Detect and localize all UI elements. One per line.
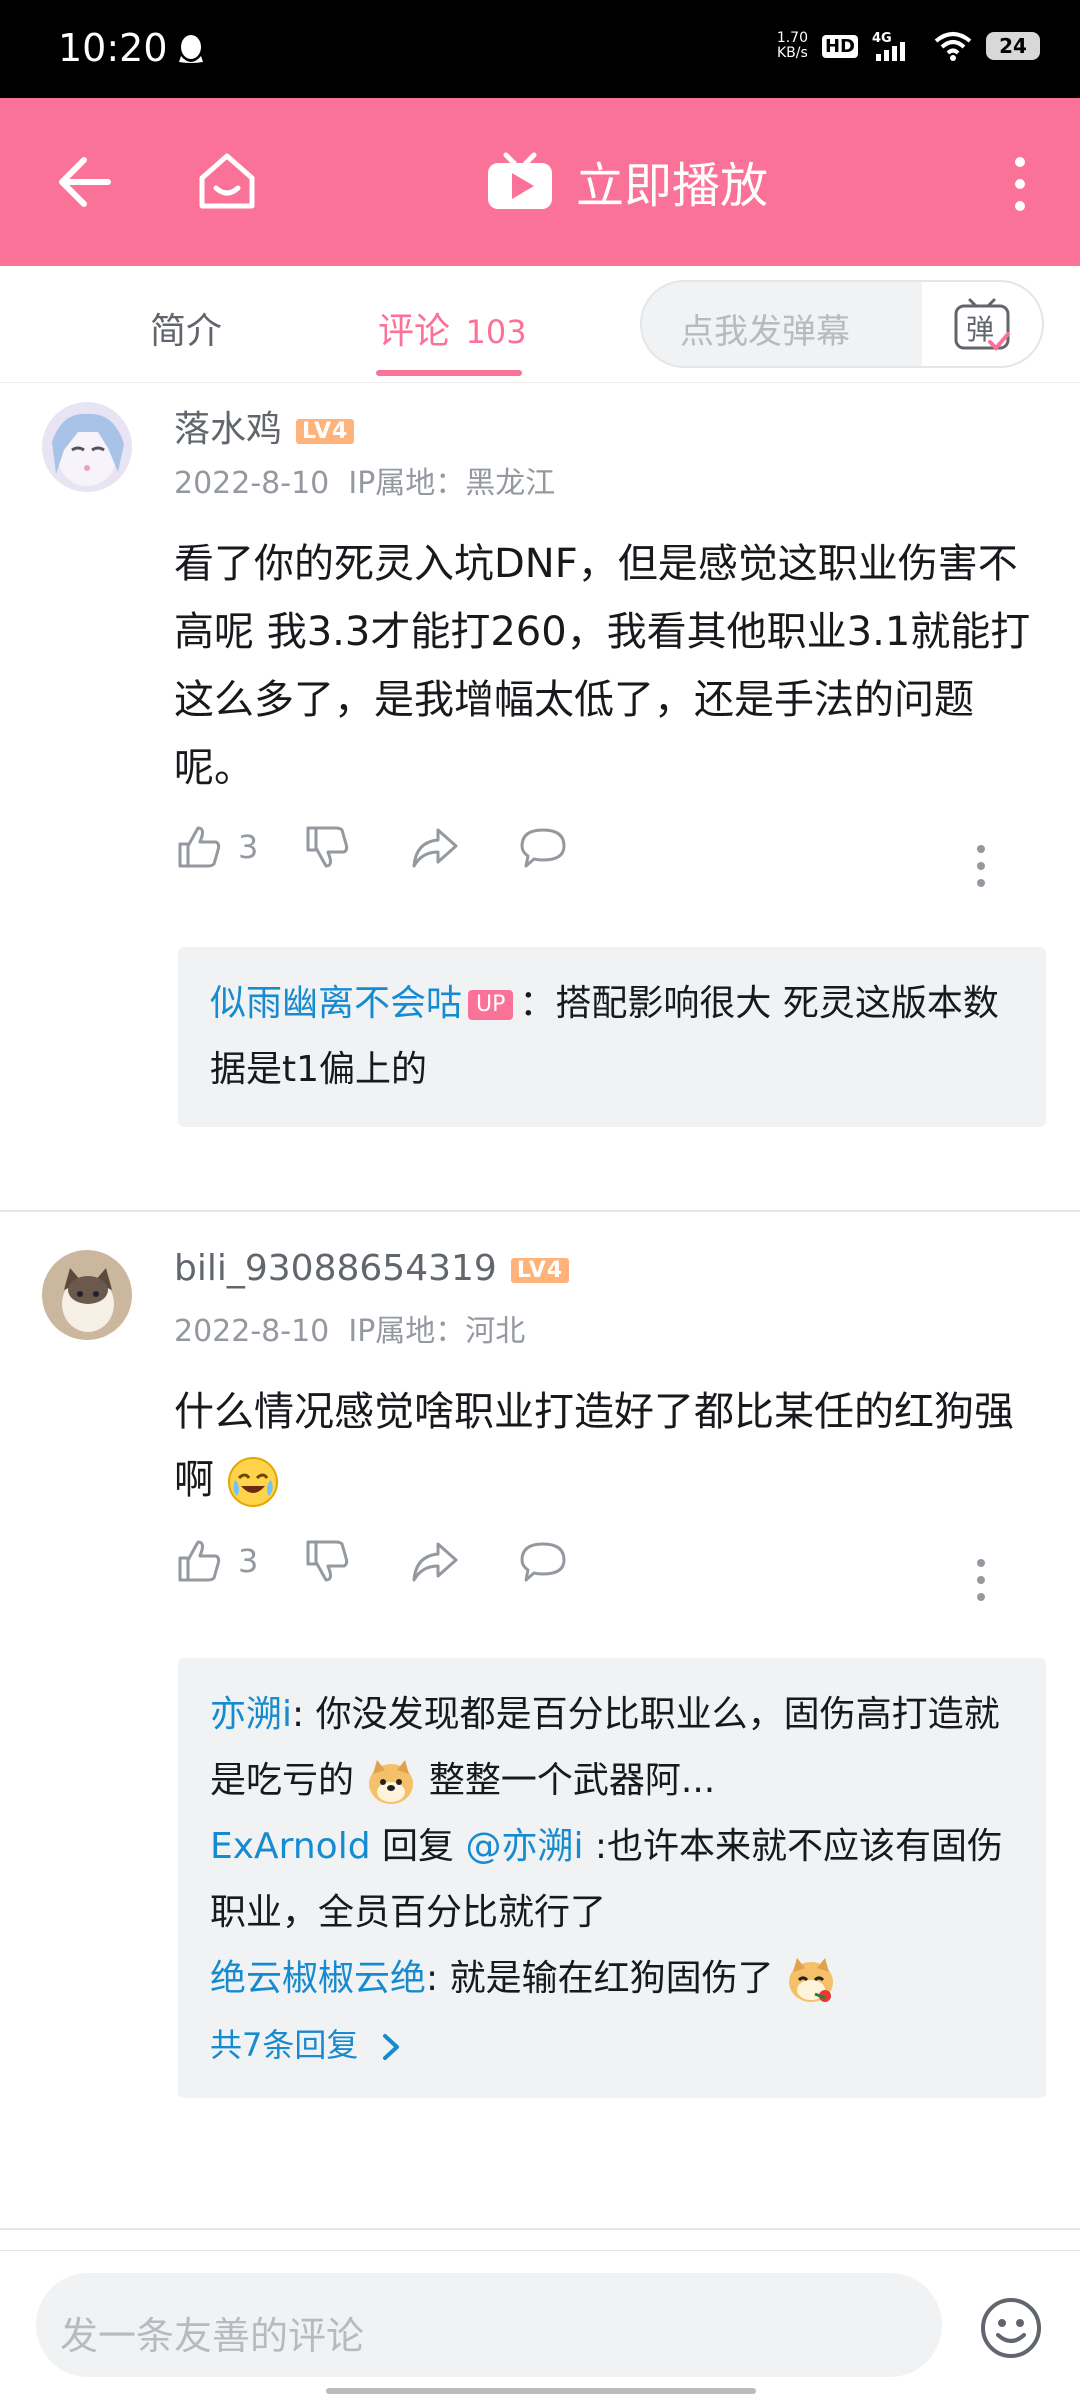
status-icons: 1.70 KB/s HD 4G 24 <box>777 30 1040 62</box>
reply-button[interactable] <box>518 1536 582 1586</box>
reply-item: 亦溯i: 你没发现都是百分比职业么，固伤高打造就是吃亏的 整整一个武器阿... <box>210 1682 1014 1814</box>
share-button[interactable] <box>410 822 474 872</box>
comment-actions: 3 <box>174 822 626 872</box>
thumbs-down-icon <box>306 1540 349 1582</box>
video-header: 立即播放 <box>0 98 1080 266</box>
comment-divider <box>0 1210 1080 1212</box>
doge-emoji-icon <box>369 1760 414 1804</box>
thumbs-up-icon <box>178 826 221 868</box>
wifi-icon <box>934 32 972 61</box>
tab-bar: 简介 评论 103 点我发弹幕 弹 <box>0 266 1080 383</box>
tab-intro[interactable]: 简介 <box>150 302 222 354</box>
comment-more-icon[interactable] <box>975 844 987 888</box>
reply-username[interactable]: 似雨幽离不会咕 <box>210 983 462 1024</box>
net-speed: 1.70 KB/s <box>776 30 808 61</box>
share-icon <box>412 1542 458 1582</box>
danmaku-input[interactable]: 点我发弹幕 <box>680 304 850 353</box>
avatar[interactable] <box>42 1250 132 1340</box>
thumbs-up-icon <box>178 1540 221 1582</box>
level-badge: LV4 <box>510 1257 570 1283</box>
tab-comments-label: 评论 <box>378 311 451 352</box>
comment-meta: 2022-8-10 IP属地：黑龙江 <box>174 466 556 501</box>
svg-text:4G: 4G <box>872 31 892 46</box>
play-now-label: 立即播放 <box>576 158 769 214</box>
cellular-signal-icon: 4G <box>872 31 905 61</box>
hd-icon: HD <box>821 34 858 58</box>
comment-username[interactable]: bili_93088654319 LV4 <box>174 1248 570 1289</box>
comment-text: 看了你的死灵入坑DNF，但是感觉这职业伤害不高呢 我3.3才能打260，我看其他… <box>174 541 1031 791</box>
comment-input-placeholder: 发一条友善的评论 <box>60 2314 365 2358</box>
comment-bubble-icon <box>520 828 566 868</box>
reply-username[interactable]: 亦溯i <box>210 1694 292 1735</box>
thumbs-down-icon <box>306 826 349 868</box>
reply-preview-box[interactable]: 亦溯i: 你没发现都是百分比职业么，固伤高打造就是吃亏的 整整一个武器阿... … <box>178 1658 1046 2098</box>
reply-button[interactable] <box>518 822 582 872</box>
reply-mention[interactable]: @亦溯i <box>465 1826 583 1867</box>
reply-item: 似雨幽离不会咕 UP ：搭配影响很大 死灵这版本数据是t1偏上的 <box>210 983 999 1090</box>
avatar[interactable] <box>42 402 132 492</box>
reply-item: ExArnold 回复 @亦溯i :也许本来就不应该有固伤职业，全员百分比就行了 <box>210 1826 1004 1933</box>
home-icon[interactable] <box>194 148 260 214</box>
level-badge: LV4 <box>296 418 355 444</box>
gesture-home-indicator[interactable] <box>326 2388 756 2394</box>
danmaku-icon: 弹 <box>954 298 1010 351</box>
reply-username[interactable]: 绝云椒椒云绝 <box>210 1958 426 1999</box>
dislike-button[interactable] <box>302 822 366 872</box>
more-vert-icon[interactable] <box>1010 156 1030 212</box>
tv-play-icon <box>488 152 552 209</box>
chevron-right-icon <box>382 2034 399 2060</box>
active-tab-indicator <box>376 370 522 376</box>
up-badge: UP <box>468 990 514 1020</box>
play-now-button[interactable]: 立即播放 <box>484 146 768 216</box>
comment-more-icon[interactable] <box>975 1558 987 1602</box>
back-arrow-icon[interactable] <box>54 152 114 212</box>
tab-comments-count: 103 <box>465 313 527 351</box>
emoji-picker-icon[interactable] <box>980 2297 1042 2359</box>
reply-item: 绝云椒椒云绝: 就是输在红狗固伤了 <box>210 1946 1014 2012</box>
comment-input-bar: 发一条友善的评论 <box>0 2250 1080 2401</box>
comment-text: 什么情况感觉啥职业打造好了都比某任的红狗强啊 <box>174 1378 1044 1514</box>
reply-username[interactable]: ExArnold <box>210 1826 371 1867</box>
comment-divider <box>0 2228 1080 2230</box>
view-all-replies-link[interactable]: 共7条回复 <box>210 2012 1014 2078</box>
dislike-button[interactable] <box>302 1536 366 1586</box>
status-time: 10:20 <box>58 26 168 70</box>
comment-bubble-icon <box>520 1542 566 1582</box>
danmaku-input-pill[interactable]: 点我发弹幕 弹 <box>640 280 1044 368</box>
share-icon <box>412 828 458 868</box>
like-button[interactable]: 3 <box>174 822 258 872</box>
share-button[interactable] <box>410 1536 474 1586</box>
danmaku-toggle-button[interactable]: 弹 <box>922 282 1042 366</box>
reply-preview-box[interactable]: 似雨幽离不会咕 UP ：搭配影响很大 死灵这版本数据是t1偏上的 <box>178 947 1046 1127</box>
battery-icon: 24 <box>986 32 1040 60</box>
comment-username[interactable]: 落水鸡 LV4 <box>174 400 355 452</box>
doge-rose-emoji-icon <box>789 1958 834 2002</box>
status-bar: 10:20 1.70 KB/s HD 4G 24 <box>0 0 1080 98</box>
comment-actions: 3 <box>174 1536 626 1586</box>
comment-meta: 2022-8-10 IP属地：河北 <box>174 1314 526 1349</box>
tab-comments[interactable]: 评论 103 <box>378 302 527 354</box>
crying-laugh-emoji-icon <box>227 1457 278 1507</box>
like-button[interactable]: 3 <box>174 1536 258 1586</box>
qq-notification-icon <box>179 35 203 63</box>
